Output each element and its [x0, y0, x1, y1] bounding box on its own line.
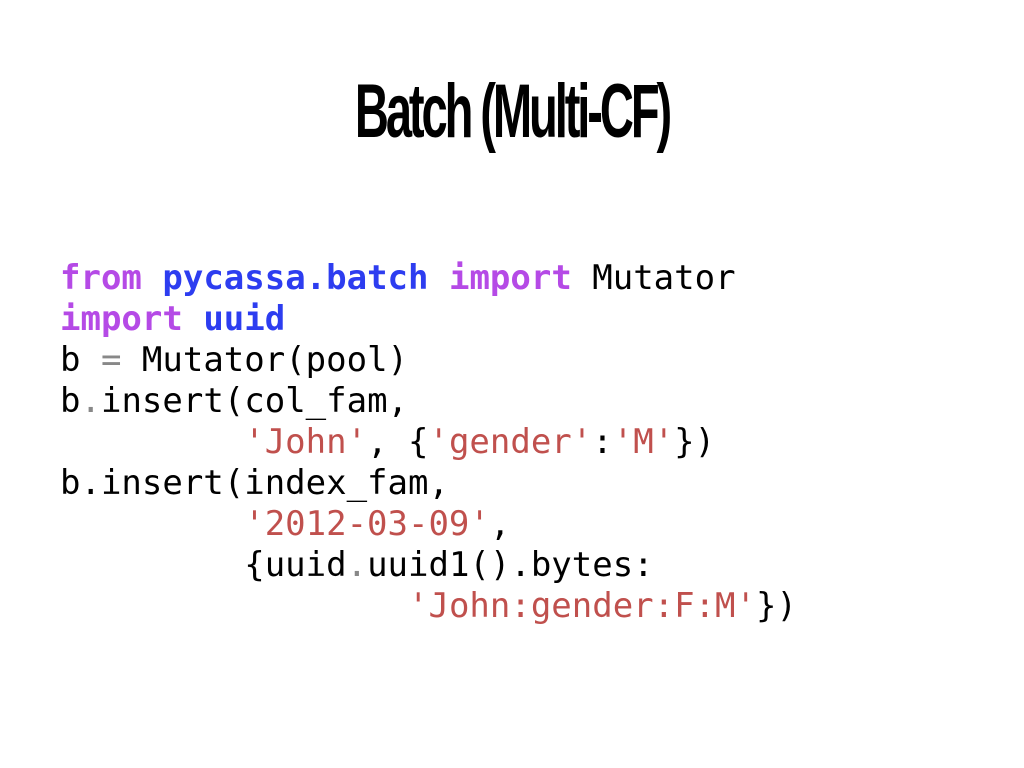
- code-text: Mutator: [571, 258, 736, 298]
- code-text: b: [60, 340, 101, 380]
- code-line: b.insert(col_fam,: [60, 381, 1000, 422]
- code-operator: .: [80, 381, 101, 421]
- code-module: pycassa.batch: [162, 258, 429, 298]
- code-operator: .: [346, 545, 368, 585]
- code-block: from pycassa.batch import Mutator import …: [60, 258, 1000, 627]
- code-text: insert(col_fam,: [100, 381, 409, 421]
- code-text: }): [674, 422, 716, 462]
- code-string: 'John': [244, 422, 368, 462]
- code-line: {uuid.uuid1().bytes:: [60, 545, 1000, 586]
- code-string: 'John:gender:F:M': [408, 586, 756, 626]
- code-keyword: from: [60, 258, 142, 298]
- code-line: '2012-03-09',: [60, 504, 1000, 545]
- code-text: :: [592, 422, 613, 462]
- code-text: , {: [367, 422, 429, 462]
- code-line: from pycassa.batch import Mutator: [60, 258, 1000, 299]
- code-text: {uuid: [60, 545, 347, 585]
- code-line: b = Mutator(pool): [60, 340, 1000, 381]
- code-line: 'John:gender:F:M'}): [60, 586, 1000, 627]
- code-text: ,: [489, 504, 511, 544]
- code-text: b: [60, 381, 81, 421]
- code-text: b.insert(index_fam,: [60, 463, 449, 503]
- code-text: uuid1().bytes:: [367, 545, 654, 585]
- code-keyword: import: [448, 258, 572, 298]
- code-module: uuid: [203, 299, 286, 339]
- code-line: 'John', {'gender':'M'}): [60, 422, 1000, 463]
- code-text: }): [756, 586, 797, 626]
- code-string: '2012-03-09': [244, 504, 490, 544]
- code-keyword: import: [60, 299, 183, 339]
- code-operator: =: [100, 340, 122, 380]
- slide-title: Batch (Multi-CF): [354, 69, 672, 154]
- code-string: 'M': [612, 422, 675, 462]
- code-text: Mutator(pool): [121, 340, 409, 380]
- code-line: b.insert(index_fam,: [60, 463, 1000, 504]
- code-string: 'gender': [428, 422, 593, 462]
- code-line: import uuid: [60, 299, 1000, 340]
